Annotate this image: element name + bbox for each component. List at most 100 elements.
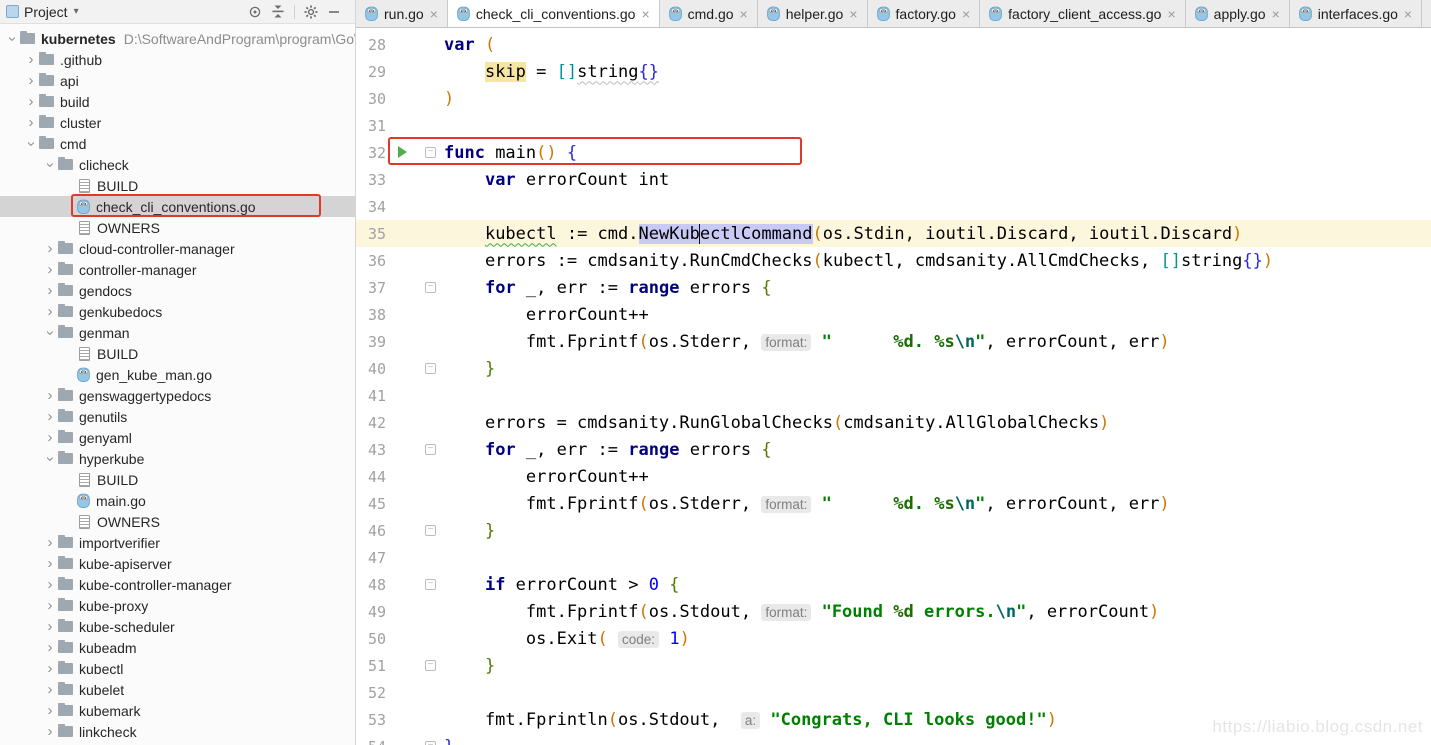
chevron-collapsed-icon[interactable]: › [23, 73, 39, 88]
tree-row-kube-scheduler[interactable]: › kube-scheduler [0, 616, 355, 637]
tab-label: cmd.go [687, 5, 734, 22]
chevron-collapsed-icon[interactable]: › [42, 556, 58, 571]
collapse-all-icon[interactable] [271, 5, 285, 19]
tab-record-flag[interactable]: record_flag [1422, 0, 1431, 27]
chevron-expanded-icon[interactable]: › [42, 325, 59, 341]
line-number: 29 [368, 62, 387, 81]
tab-factory-client-access-go[interactable]: factory_client_access.go × [980, 0, 1186, 27]
tree-row-genyaml[interactable]: › genyaml [0, 427, 355, 448]
chevron-collapsed-icon[interactable]: › [42, 304, 58, 319]
tree-row-build[interactable]: BUILD [0, 469, 355, 490]
chevron-collapsed-icon[interactable]: › [42, 598, 58, 613]
tree-row-kubernetes[interactable]: › kubernetes D:\SoftwareAndProgram\program… [0, 28, 355, 49]
tree-row-cluster[interactable]: › cluster [0, 112, 355, 133]
code-line-47: 47 [356, 544, 1431, 571]
close-tab-icon[interactable]: × [849, 7, 857, 21]
tree-row-kubemark[interactable]: › kubemark [0, 700, 355, 721]
chevron-collapsed-icon[interactable]: › [42, 283, 58, 298]
tree-row-hyperkube[interactable]: › hyperkube [0, 448, 355, 469]
tree-row-controller-manager[interactable]: › controller-manager [0, 259, 355, 280]
chevron-collapsed-icon[interactable]: › [42, 262, 58, 277]
close-tab-icon[interactable]: × [1167, 7, 1175, 21]
chevron-collapsed-icon[interactable]: › [42, 703, 58, 718]
fold-end-icon[interactable]: − [425, 660, 436, 671]
tree-row-kube-controller-manager[interactable]: › kube-controller-manager [0, 574, 355, 595]
project-panel-title[interactable]: Project [24, 4, 68, 20]
tab-helper-go[interactable]: helper.go × [757, 0, 868, 27]
tree-row-kube-proxy[interactable]: › kube-proxy [0, 595, 355, 616]
close-tab-icon[interactable]: × [740, 7, 748, 21]
tree-row-clicheck[interactable]: › clicheck [0, 154, 355, 175]
tree-row-genswaggertypedocs[interactable]: › genswaggertypedocs [0, 385, 355, 406]
chevron-collapsed-icon[interactable]: › [42, 388, 58, 403]
tree-row-kube-apiserver[interactable]: › kube-apiserver [0, 553, 355, 574]
close-tab-icon[interactable]: × [430, 7, 438, 21]
chevron-collapsed-icon[interactable]: › [42, 241, 58, 256]
chevron-collapsed-icon[interactable]: › [42, 577, 58, 592]
chevron-collapsed-icon[interactable]: › [42, 661, 58, 676]
hide-panel-icon[interactable] [327, 5, 341, 19]
close-tab-icon[interactable]: × [1404, 7, 1412, 21]
fold-end-icon[interactable]: − [425, 525, 436, 536]
tab-factory-go[interactable]: factory.go × [867, 0, 981, 27]
tree-row-cloud-controller-manager[interactable]: › cloud-controller-manager [0, 238, 355, 259]
close-tab-icon[interactable]: × [1272, 7, 1280, 21]
chevron-expanded-icon[interactable]: › [42, 451, 59, 467]
tree-row--github[interactable]: › .github [0, 49, 355, 70]
fold-region-icon[interactable]: − [425, 147, 436, 158]
tree-row-build[interactable]: BUILD [0, 175, 355, 196]
settings-gear-icon[interactable] [304, 5, 318, 19]
close-tab-icon[interactable]: × [962, 7, 970, 21]
project-tree[interactable]: › kubernetes D:\SoftwareAndProgram\program… [0, 24, 355, 745]
tree-row-api[interactable]: › api [0, 70, 355, 91]
chevron-collapsed-icon[interactable]: › [42, 682, 58, 697]
tree-row-check-cli-conventions-go[interactable]: check_cli_conventions.go [0, 196, 355, 217]
code-text: fmt.Fprintf(os.Stderr, format: " %d. %s\… [444, 332, 1170, 352]
tree-row-build[interactable]: BUILD [0, 343, 355, 364]
tree-row-kubectl[interactable]: › kubectl [0, 658, 355, 679]
tree-row-linkcheck[interactable]: › linkcheck [0, 721, 355, 742]
tab-check-cli-conventions-go[interactable]: check_cli_conventions.go × [447, 0, 660, 27]
tab-cmd-go[interactable]: cmd.go × [659, 0, 758, 27]
chevron-collapsed-icon[interactable]: › [42, 430, 58, 445]
fold-region-icon[interactable]: − [425, 579, 436, 590]
tree-row-build[interactable]: › build [0, 91, 355, 112]
tree-row-importverifier[interactable]: › importverifier [0, 532, 355, 553]
chevron-collapsed-icon[interactable]: › [42, 535, 58, 550]
tree-row-genman[interactable]: › genman [0, 322, 355, 343]
fold-region-icon[interactable]: − [425, 444, 436, 455]
chevron-collapsed-icon[interactable]: › [23, 115, 39, 130]
tree-row-genutils[interactable]: › genutils [0, 406, 355, 427]
fold-region-icon[interactable]: − [425, 282, 436, 293]
tab-run-go[interactable]: run.go × [356, 0, 448, 27]
fold-end-icon[interactable]: − [425, 741, 436, 745]
fold-end-icon[interactable]: − [425, 363, 436, 374]
tree-row-gendocs[interactable]: › gendocs [0, 280, 355, 301]
chevron-collapsed-icon[interactable]: › [42, 640, 58, 655]
run-main-icon[interactable] [398, 146, 407, 158]
tree-row-owners[interactable]: OWNERS [0, 511, 355, 532]
chevron-collapsed-icon[interactable]: › [42, 409, 58, 424]
tab-interfaces-go[interactable]: interfaces.go × [1289, 0, 1423, 27]
tree-row-genkubedocs[interactable]: › genkubedocs [0, 301, 355, 322]
tree-row-owners[interactable]: OWNERS [0, 217, 355, 238]
chevron-collapsed-icon[interactable]: › [42, 619, 58, 634]
tree-row-kubeadm[interactable]: › kubeadm [0, 637, 355, 658]
chevron-collapsed-icon[interactable]: › [42, 724, 58, 739]
tree-row-main-go[interactable]: main.go [0, 490, 355, 511]
chevron-down-icon[interactable]: ▾ [74, 6, 79, 17]
tree-row-gen-kube-man-go[interactable]: gen_kube_man.go [0, 364, 355, 385]
tree-row-kubelet[interactable]: › kubelet [0, 679, 355, 700]
locate-icon[interactable] [248, 5, 262, 19]
chevron-expanded-icon[interactable]: › [42, 157, 59, 173]
chevron-expanded-icon[interactable]: › [4, 31, 21, 47]
chevron-collapsed-icon[interactable]: › [23, 52, 39, 67]
code-token: fmt.Fprintf [444, 493, 639, 514]
code-editor[interactable]: 28 var (29 skip = []string{} 30) 31 32− func … [356, 28, 1431, 745]
gutter-icon-zone [394, 112, 444, 139]
tab-apply-go[interactable]: apply.go × [1185, 0, 1290, 27]
tree-row-cmd[interactable]: › cmd [0, 133, 355, 154]
close-tab-icon[interactable]: × [641, 7, 649, 21]
chevron-collapsed-icon[interactable]: › [23, 94, 39, 109]
chevron-expanded-icon[interactable]: › [23, 136, 40, 152]
